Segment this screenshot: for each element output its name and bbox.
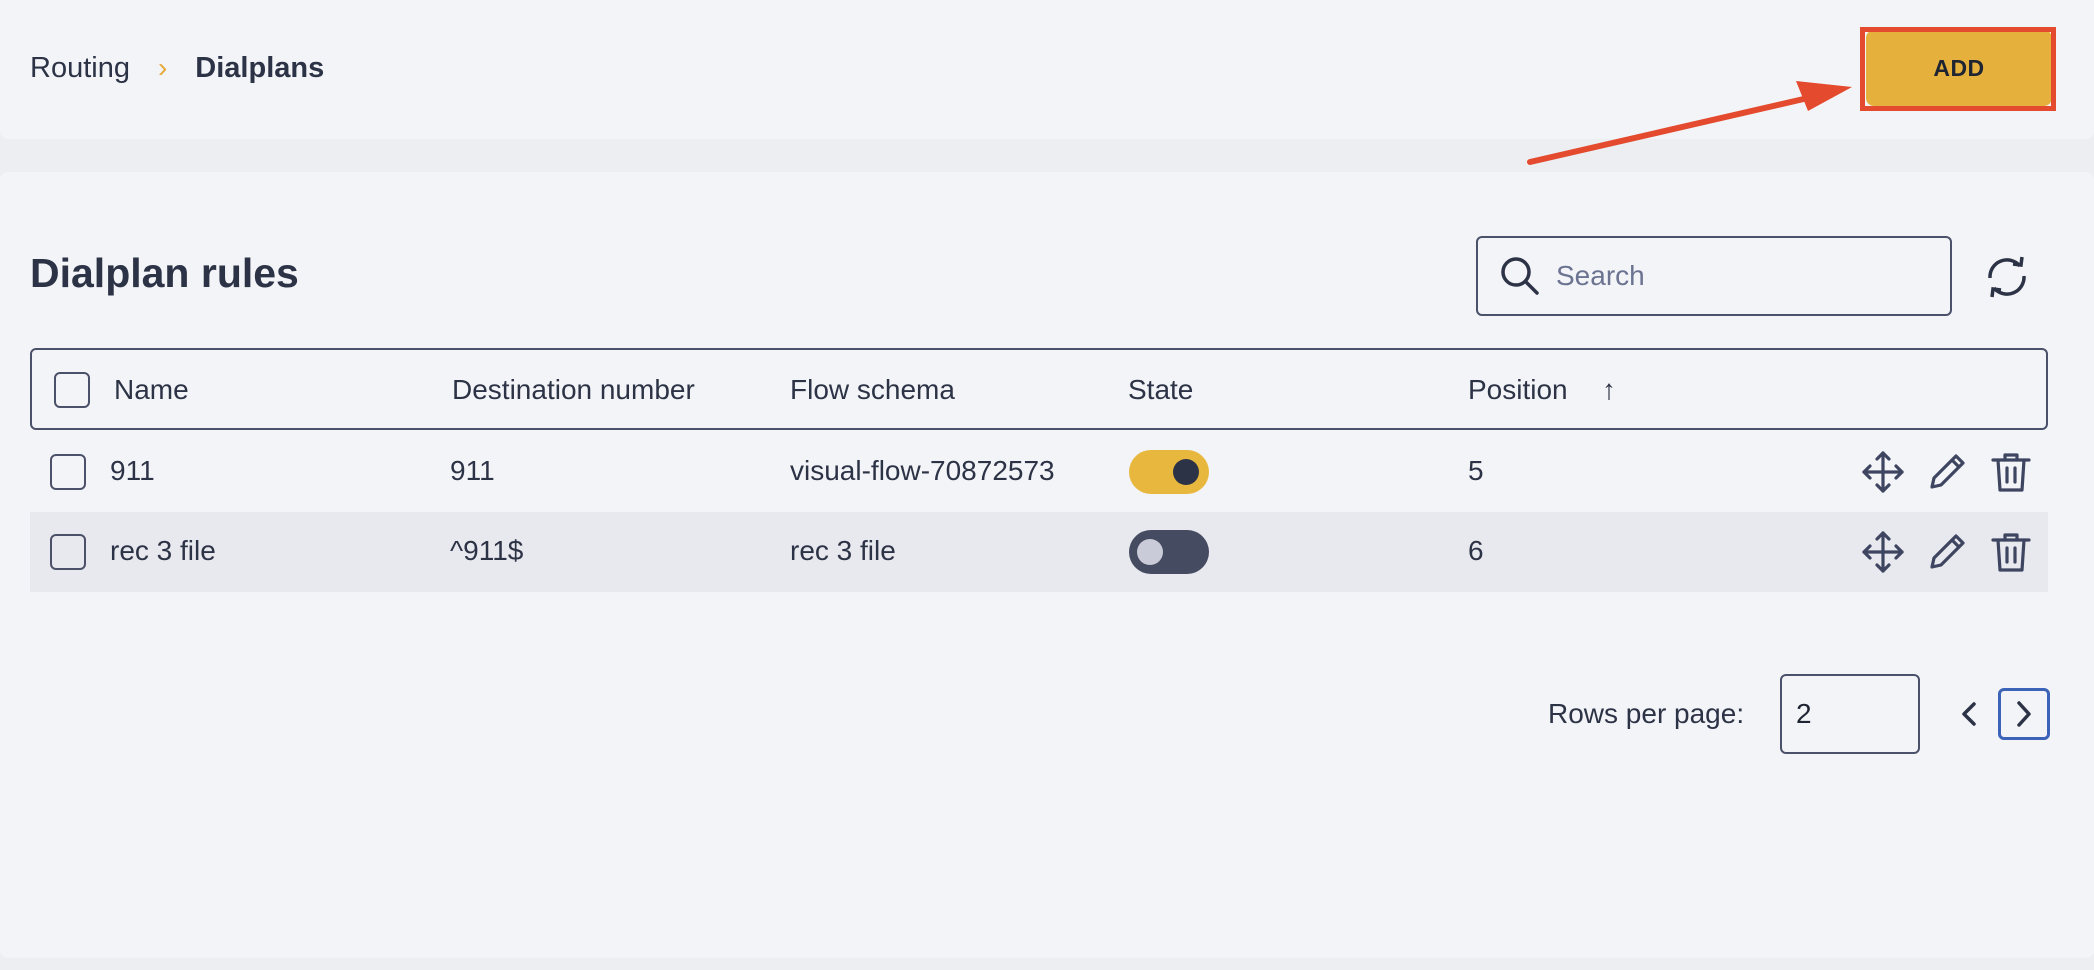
sort-arrow-icon[interactable]: ↑ xyxy=(1602,374,1616,406)
breadcrumb: Routing › Dialplans xyxy=(30,50,324,86)
edit-icon[interactable] xyxy=(1924,529,1970,575)
row-position: 6 xyxy=(1468,535,1484,566)
row-destination: 911 xyxy=(450,455,495,486)
page-title: Dialplan rules xyxy=(30,250,299,296)
page-header: Routing › Dialplans ADD xyxy=(0,0,2094,139)
row-checkbox[interactable] xyxy=(50,534,86,570)
rows-per-page-input[interactable] xyxy=(1780,674,1920,754)
search-field[interactable] xyxy=(1476,236,1952,316)
toggle-knob xyxy=(1137,539,1163,565)
add-button[interactable]: ADD xyxy=(1866,30,2052,106)
trash-icon[interactable] xyxy=(1988,449,2034,495)
column-name-header[interactable]: Name xyxy=(114,374,189,406)
rows-per-page-label: Rows per page: xyxy=(1548,698,1745,729)
breadcrumb-separator-icon: › xyxy=(157,52,168,83)
column-destination-header[interactable]: Destination number xyxy=(452,374,695,406)
column-flow-header[interactable]: Flow schema xyxy=(790,374,955,406)
row-flow-schema: rec 3 file xyxy=(790,535,896,566)
row-flow-schema: visual-flow-70872573 xyxy=(790,455,1055,486)
row-name: rec 3 file xyxy=(110,535,216,566)
breadcrumb-routing-link[interactable]: Routing xyxy=(30,52,130,85)
refresh-icon[interactable] xyxy=(1980,250,2034,304)
row-position: 5 xyxy=(1468,455,1484,486)
state-toggle[interactable] xyxy=(1129,450,1209,494)
search-input[interactable] xyxy=(1556,260,1936,292)
toggle-knob xyxy=(1173,459,1199,485)
chevron-left-icon[interactable] xyxy=(1946,690,1994,738)
breadcrumb-current: Dialplans xyxy=(195,51,325,84)
select-all-checkbox[interactable] xyxy=(54,372,90,408)
state-toggle[interactable] xyxy=(1129,530,1209,574)
move-icon[interactable] xyxy=(1860,449,1906,495)
search-icon xyxy=(1501,257,1539,295)
table-row: rec 3 file ^911$ rec 3 file 6 xyxy=(30,512,2048,592)
move-icon[interactable] xyxy=(1860,529,1906,575)
column-position-header[interactable]: Position xyxy=(1468,374,1568,406)
row-checkbox[interactable] xyxy=(50,454,86,490)
row-destination: ^911$ xyxy=(450,535,524,566)
table-header: Name Destination number Flow schema Stat… xyxy=(30,348,2048,430)
dialplan-rules-panel: Dialplan rules Name Destination number F… xyxy=(0,172,2094,958)
chevron-right-icon[interactable] xyxy=(1998,688,2050,740)
table-row: 911 911 visual-flow-70872573 5 xyxy=(30,432,2048,512)
trash-icon[interactable] xyxy=(1988,529,2034,575)
row-name: 911 xyxy=(110,455,155,486)
column-state-header[interactable]: State xyxy=(1128,374,1193,406)
edit-icon[interactable] xyxy=(1924,449,1970,495)
